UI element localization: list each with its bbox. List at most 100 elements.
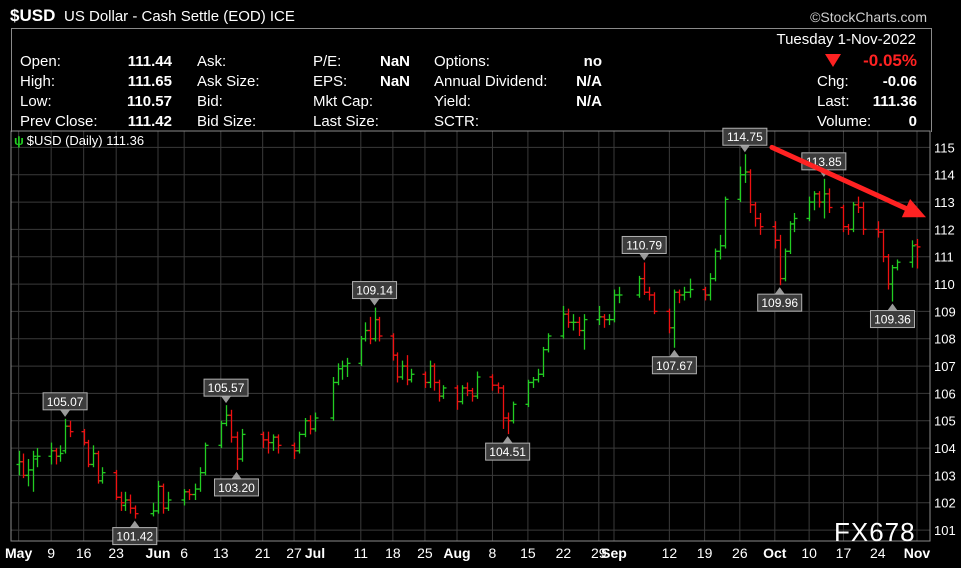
ohlc-bar	[165, 491, 172, 511]
svg-text:107.67: 107.67	[656, 359, 693, 373]
price-annotation: 105.57	[203, 378, 249, 404]
ohlc-bar	[576, 316, 583, 336]
svg-text:101.42: 101.42	[116, 530, 153, 544]
ohlc-bar	[307, 415, 314, 435]
ohlc-bar	[616, 286, 623, 304]
price-annotation: 105.07	[42, 392, 88, 417]
ohlc-bar	[422, 371, 429, 388]
y-tick-label: 115	[934, 140, 955, 155]
ohlc-bar	[186, 489, 193, 500]
ohlc-bar	[687, 278, 694, 298]
ohlc-bar	[535, 368, 542, 383]
ohlc-bar	[777, 234, 784, 286]
ohlc-bar	[95, 450, 102, 484]
ohlc-bar	[239, 428, 246, 462]
ohlc-bar	[816, 191, 823, 208]
ohlc-bar	[500, 385, 507, 429]
ohlc-bar	[889, 264, 896, 302]
ohlc-bar	[344, 357, 351, 377]
ohlc-bar	[840, 204, 847, 233]
ohlc-bar	[30, 450, 37, 492]
ohlc-bar	[540, 346, 547, 377]
ohlc-bar	[339, 360, 346, 380]
x-tick-label: 21	[255, 545, 271, 561]
ohlc-bar	[464, 382, 471, 397]
ohlc-bar	[90, 445, 97, 468]
y-tick-label: 114	[934, 168, 955, 183]
svg-text:109.96: 109.96	[761, 296, 798, 310]
ohlc-bar	[436, 379, 443, 402]
watermark: FX678	[834, 517, 916, 547]
ohlc-bar	[826, 188, 833, 213]
ohlc-bar	[150, 502, 157, 517]
ohlc-bar	[782, 248, 789, 282]
y-tick-label: 106	[934, 386, 956, 401]
price-annotation: 107.67	[651, 349, 697, 375]
svg-text:109.14: 109.14	[356, 284, 393, 298]
ohlc-bar	[132, 505, 139, 519]
ohlc-bar	[330, 377, 337, 421]
ohlc-bar	[404, 355, 411, 386]
ohlc-bar	[408, 368, 415, 383]
ohlc-bar	[489, 374, 496, 391]
y-tick-label: 107	[934, 359, 956, 374]
y-tick-label: 112	[934, 222, 955, 237]
svg-text:109.36: 109.36	[874, 313, 911, 327]
svg-text:114.75: 114.75	[727, 130, 763, 144]
x-tick-label: Oct	[763, 545, 787, 561]
svg-text:103.20: 103.20	[218, 481, 255, 495]
ohlc-bar	[431, 363, 438, 391]
ohlc-bar	[737, 166, 744, 203]
ohlc-bar	[296, 431, 303, 454]
ohlc-bar	[821, 178, 828, 219]
ohlc-bar	[742, 154, 749, 183]
ohlc-bar	[275, 434, 282, 454]
ohlc-bar	[676, 289, 683, 304]
series-legend-text: $USD (Daily) 111.36	[26, 133, 145, 148]
ohlc-bar	[358, 336, 365, 367]
x-tick-label: 8	[489, 545, 497, 561]
ohlc-bar	[712, 248, 719, 282]
x-tick-label: Aug	[443, 545, 470, 561]
ohlc-bar	[122, 491, 129, 511]
ohlc-bar	[850, 202, 857, 233]
x-tick-label: 10	[801, 545, 817, 561]
y-tick-label: 110	[934, 277, 955, 292]
x-tick-label: 6	[180, 545, 188, 561]
svg-text:105.07: 105.07	[47, 395, 84, 409]
ohlc-bar	[16, 450, 23, 476]
ohlc-bar-icon: ψ	[14, 133, 24, 148]
y-tick-label: 113	[934, 195, 955, 210]
ohlc-bar	[752, 202, 759, 227]
x-tick-label: Jul	[305, 545, 325, 561]
ohlc-bar	[717, 234, 724, 260]
ohlc-bar	[581, 314, 588, 350]
ohlc-bar	[454, 385, 461, 410]
ohlc-bar	[234, 431, 241, 470]
ohlc-bar	[860, 202, 867, 235]
ohlc-bar	[335, 363, 342, 386]
ohlc-bar	[505, 412, 512, 435]
price-annotation: 109.14	[352, 281, 398, 306]
ohlc-bar	[474, 371, 481, 399]
x-tick-label: 18	[385, 545, 401, 561]
ohlc-bar	[787, 221, 794, 254]
ohlc-bar	[85, 439, 92, 468]
ohlc-bar	[197, 467, 204, 492]
y-tick-label: 108	[934, 332, 956, 347]
x-tick-label: May	[5, 545, 32, 561]
price-annotation: 109.96	[757, 287, 803, 312]
y-tick-label: 102	[934, 496, 956, 511]
ohlc-bar	[570, 314, 577, 331]
ohlc-bar	[681, 286, 688, 301]
ohlc-bar	[372, 307, 379, 342]
ohlc-bar	[20, 453, 27, 479]
ohlc-bar	[707, 273, 714, 301]
ohlc-bar	[118, 491, 125, 511]
ohlc-bar	[25, 459, 32, 487]
price-chart[interactable]: 1011021031041051061071081091101111121131…	[0, 0, 961, 568]
ohlc-bar	[722, 196, 729, 249]
x-tick-label: 11	[354, 545, 369, 561]
ohlc-bar	[67, 420, 74, 438]
ohlc-bar	[228, 409, 235, 443]
